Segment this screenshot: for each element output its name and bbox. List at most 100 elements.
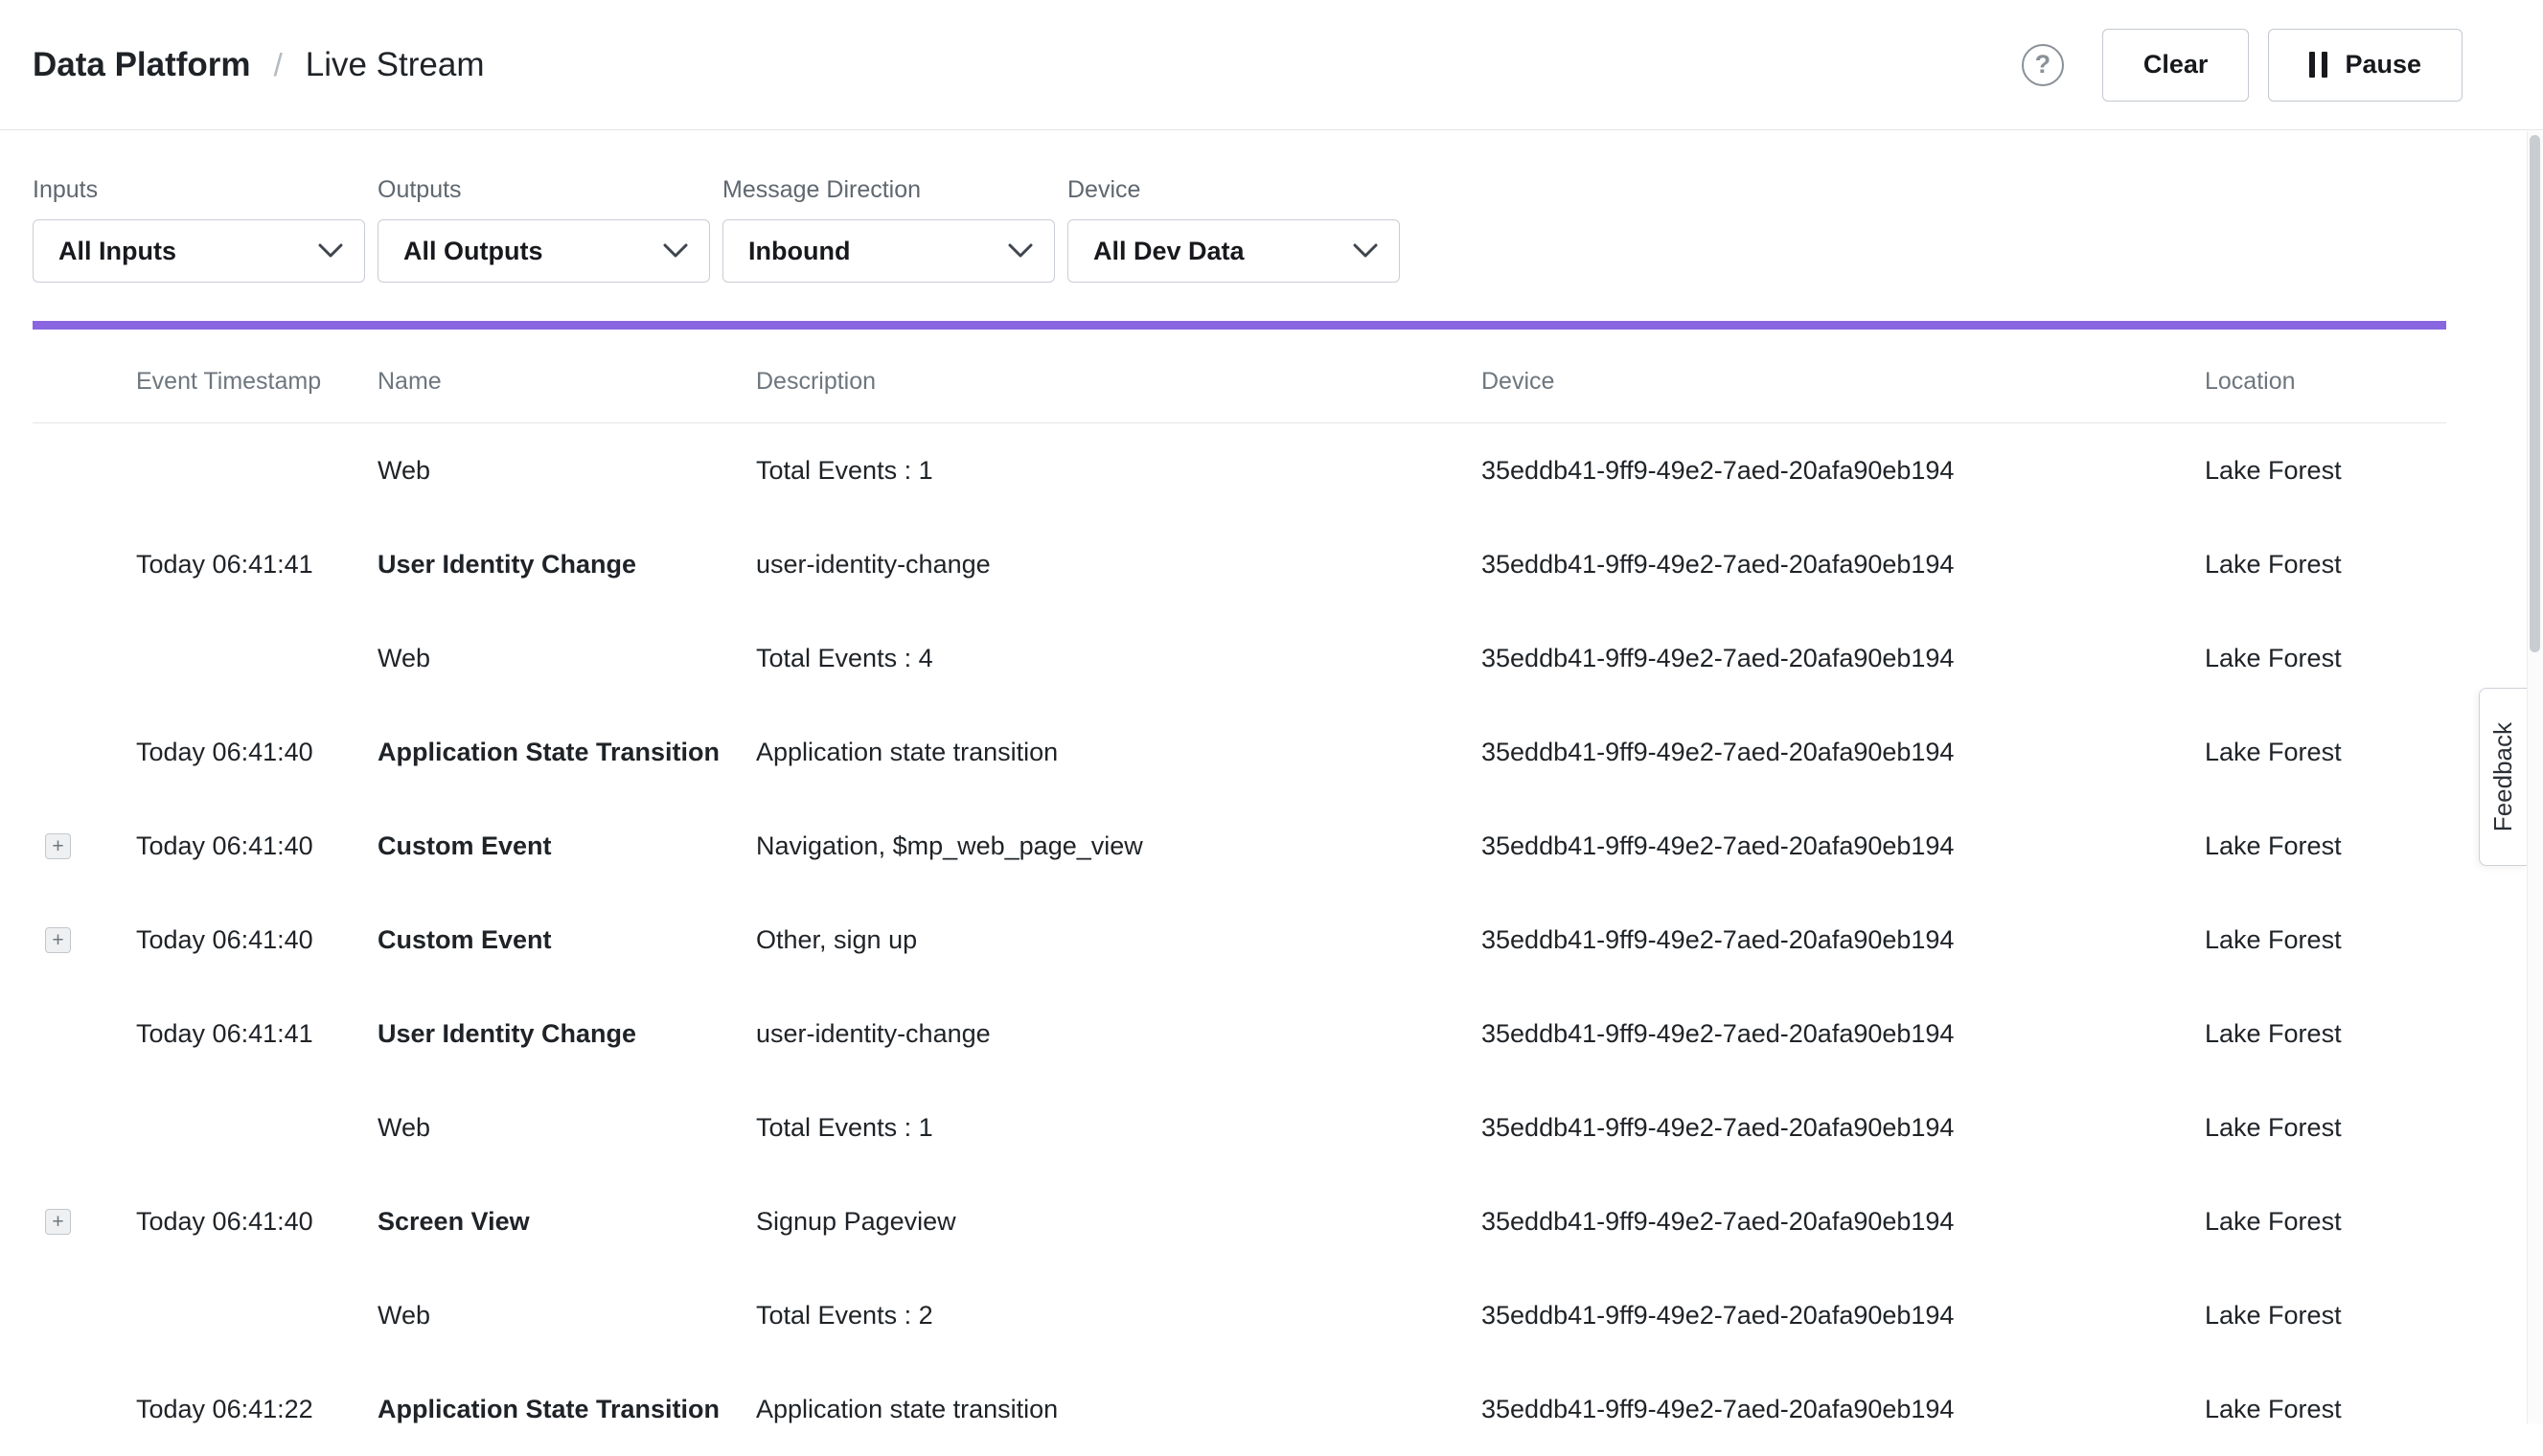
event-device: 35eddb41-9ff9-49e2-7aed-20afa90eb194 (1481, 925, 2205, 955)
event-device: 35eddb41-9ff9-49e2-7aed-20afa90eb194 (1481, 1019, 2205, 1049)
device-select-value: All Dev Data (1093, 237, 1245, 266)
filter-outputs: Outputs All Outputs (378, 176, 710, 283)
expand-cell: + (33, 1303, 136, 1329)
event-description: Navigation, $mp_web_page_view (756, 831, 1481, 861)
table-row[interactable]: + Web Total Events : 2 35eddb41-9ff9-49e… (33, 1268, 2446, 1362)
table-row[interactable]: + Today 06:41:40 Application State Trans… (33, 705, 2446, 799)
table-row[interactable]: + Today 06:41:22 Application State Trans… (33, 1362, 2446, 1456)
event-location: Lake Forest (2205, 1301, 2446, 1331)
table-row[interactable]: + Today 06:41:40 Custom Event Other, sig… (33, 893, 2446, 987)
event-timestamp: Today 06:41:40 (136, 738, 378, 767)
filter-message-direction: Message Direction Inbound (722, 176, 1055, 283)
event-description: user-identity-change (756, 550, 1481, 580)
col-description: Description (756, 368, 1481, 396)
device-select[interactable]: All Dev Data (1067, 219, 1400, 283)
chevron-down-icon (1008, 243, 1033, 259)
header-button-group: Clear Pause (2102, 29, 2463, 102)
breadcrumb: Data Platform / Live Stream (33, 46, 484, 84)
table-header: Event Timestamp Name Description Device … (33, 341, 2446, 423)
breadcrumb-parent[interactable]: Data Platform (33, 46, 251, 84)
event-location: Lake Forest (2205, 1395, 2446, 1424)
event-location: Lake Forest (2205, 738, 2446, 767)
event-device: 35eddb41-9ff9-49e2-7aed-20afa90eb194 (1481, 456, 2205, 486)
message-direction-select[interactable]: Inbound (722, 219, 1055, 283)
expand-cell: + (33, 1397, 136, 1422)
table-row[interactable]: + Today 06:41:41 User Identity Change us… (33, 987, 2446, 1081)
event-description: Total Events : 1 (756, 456, 1481, 486)
feedback-tab[interactable]: Feedback (2479, 688, 2527, 866)
table-body: + Web Total Events : 1 35eddb41-9ff9-49e… (33, 423, 2446, 1456)
event-device: 35eddb41-9ff9-49e2-7aed-20afa90eb194 (1481, 738, 2205, 767)
help-icon[interactable]: ? (2022, 44, 2064, 86)
filter-outputs-label: Outputs (378, 176, 710, 204)
accent-bar (33, 321, 2446, 330)
outputs-select-value: All Outputs (403, 237, 542, 266)
event-name: Application State Transition (378, 738, 756, 767)
pause-button-label: Pause (2345, 50, 2421, 80)
expand-row-button[interactable]: + (45, 1209, 71, 1235)
event-timestamp: Today 06:41:22 (136, 1395, 378, 1424)
table-row[interactable]: + Web Total Events : 4 35eddb41-9ff9-49e… (33, 611, 2446, 705)
table-row[interactable]: + Today 06:41:41 User Identity Change us… (33, 517, 2446, 611)
col-name: Name (378, 368, 756, 396)
clear-button-label: Clear (2143, 50, 2209, 80)
table-row[interactable]: + Today 06:41:40 Custom Event Navigation… (33, 799, 2446, 893)
event-location: Lake Forest (2205, 1207, 2446, 1237)
event-timestamp: Today 06:41:40 (136, 925, 378, 955)
event-description: Total Events : 1 (756, 1113, 1481, 1143)
event-location: Lake Forest (2205, 644, 2446, 673)
event-name: Application State Transition (378, 1395, 756, 1424)
outputs-select[interactable]: All Outputs (378, 219, 710, 283)
scrollbar-thumb[interactable] (2530, 135, 2540, 652)
event-timestamp: Today 06:41:40 (136, 1207, 378, 1237)
event-device: 35eddb41-9ff9-49e2-7aed-20afa90eb194 (1481, 1301, 2205, 1331)
chevron-down-icon (663, 243, 688, 259)
table-row[interactable]: + Web Total Events : 1 35eddb41-9ff9-49e… (33, 1081, 2446, 1174)
col-event-timestamp: Event Timestamp (136, 368, 378, 396)
event-name: Custom Event (378, 831, 756, 861)
feedback-tab-label: Feedback (2488, 722, 2518, 831)
event-device: 35eddb41-9ff9-49e2-7aed-20afa90eb194 (1481, 550, 2205, 580)
event-device: 35eddb41-9ff9-49e2-7aed-20afa90eb194 (1481, 1207, 2205, 1237)
filter-inputs: Inputs All Inputs (33, 176, 365, 283)
expand-cell: + (33, 1021, 136, 1047)
event-name: Web (378, 1113, 756, 1143)
event-description: Total Events : 4 (756, 644, 1481, 673)
event-name: User Identity Change (378, 550, 756, 580)
event-description: Total Events : 2 (756, 1301, 1481, 1331)
breadcrumb-separator: / (274, 47, 283, 83)
message-direction-select-value: Inbound (748, 237, 850, 266)
expand-cell: + (33, 458, 136, 484)
pause-button[interactable]: Pause (2268, 29, 2463, 102)
expand-cell: + (33, 833, 136, 859)
event-location: Lake Forest (2205, 1113, 2446, 1143)
event-timestamp: Today 06:41:41 (136, 1019, 378, 1049)
scrollbar[interactable] (2527, 131, 2543, 1423)
event-name: Web (378, 644, 756, 673)
event-location: Lake Forest (2205, 456, 2446, 486)
chevron-down-icon (1353, 243, 1378, 259)
filter-inputs-label: Inputs (33, 176, 365, 204)
expand-row-button[interactable]: + (45, 833, 71, 859)
event-device: 35eddb41-9ff9-49e2-7aed-20afa90eb194 (1481, 644, 2205, 673)
live-stream-table: Event Timestamp Name Description Device … (33, 341, 2446, 1456)
event-timestamp: Today 06:41:40 (136, 831, 378, 861)
event-device: 35eddb41-9ff9-49e2-7aed-20afa90eb194 (1481, 1113, 2205, 1143)
event-name: Custom Event (378, 925, 756, 955)
table-row[interactable]: + Today 06:41:40 Screen View Signup Page… (33, 1174, 2446, 1268)
expand-row-button[interactable]: + (45, 927, 71, 953)
event-location: Lake Forest (2205, 1019, 2446, 1049)
filter-device: Device All Dev Data (1067, 176, 1400, 283)
event-name: Web (378, 456, 756, 486)
event-description: Signup Pageview (756, 1207, 1481, 1237)
filter-message-direction-label: Message Direction (722, 176, 1055, 204)
expand-cell: + (33, 552, 136, 578)
page-header: Data Platform / Live Stream ? Clear Paus… (0, 0, 2543, 130)
event-description: Application state transition (756, 738, 1481, 767)
chevron-down-icon (318, 243, 343, 259)
event-name: User Identity Change (378, 1019, 756, 1049)
expand-cell: + (33, 646, 136, 671)
table-row[interactable]: + Web Total Events : 1 35eddb41-9ff9-49e… (33, 423, 2446, 517)
inputs-select[interactable]: All Inputs (33, 219, 365, 283)
clear-button[interactable]: Clear (2102, 29, 2250, 102)
